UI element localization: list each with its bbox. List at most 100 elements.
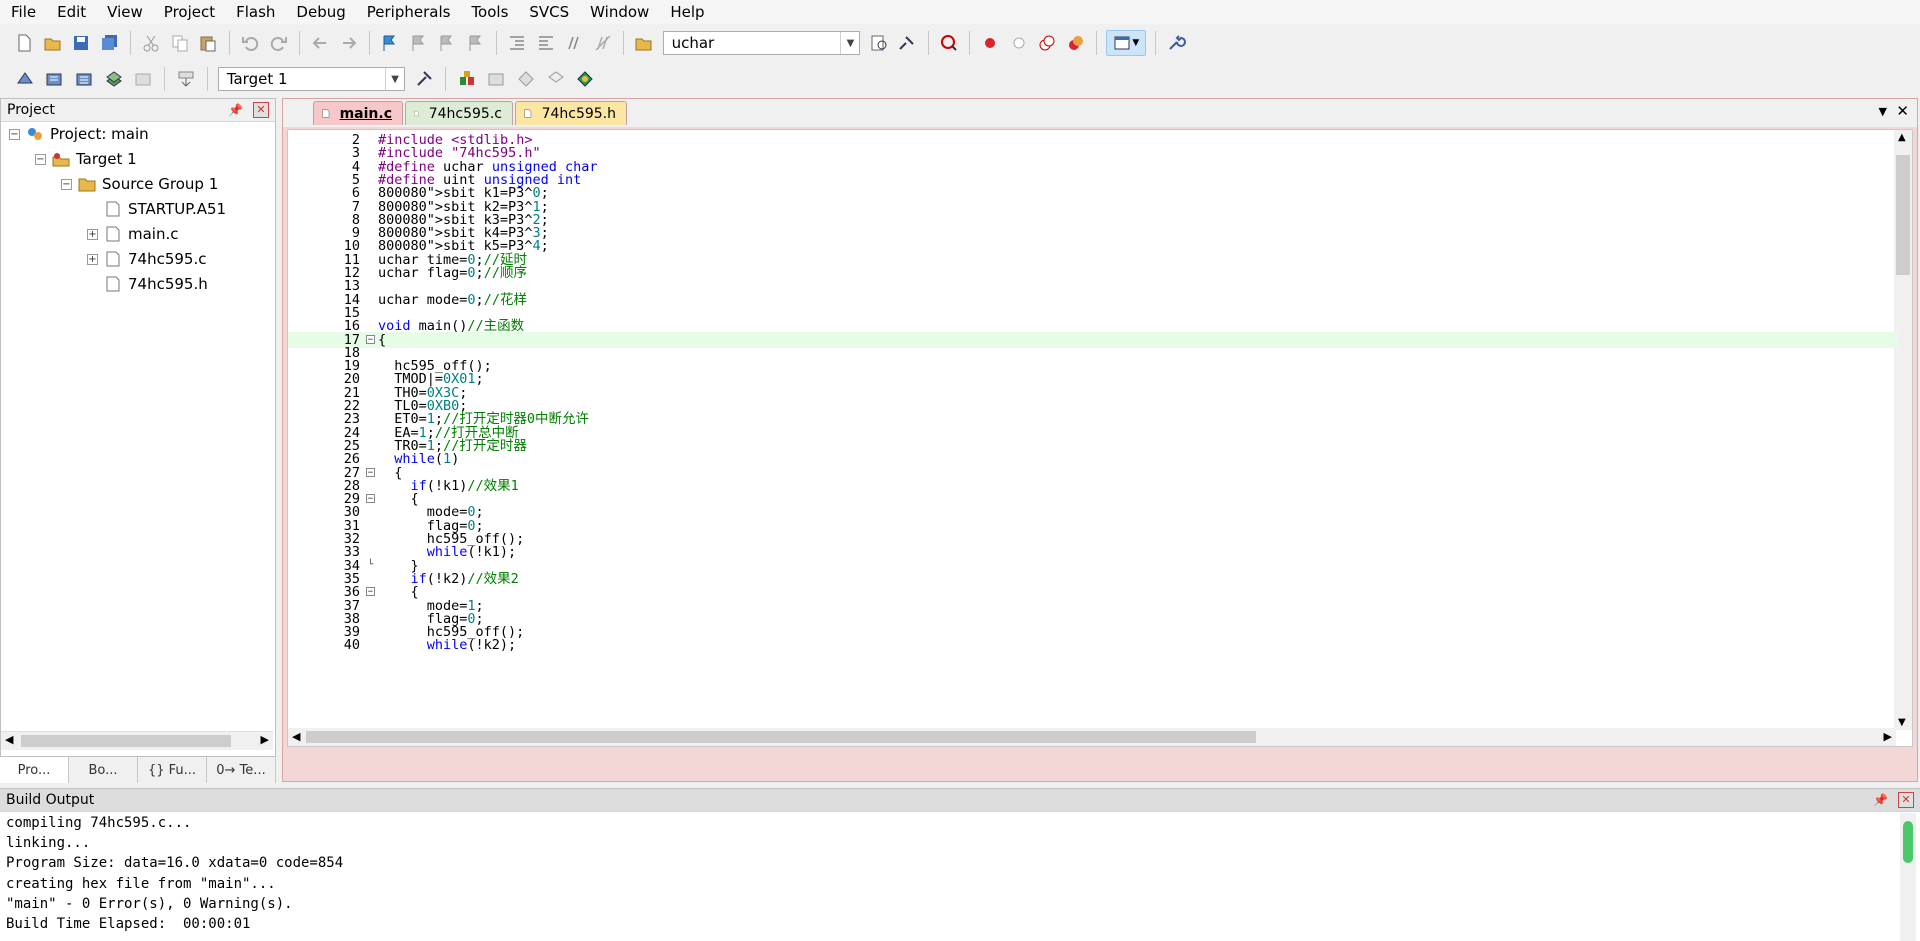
collapse-icon[interactable]: − [35,153,46,165]
target-options-icon[interactable] [412,67,436,91]
tab-books[interactable]: Bo... [69,757,138,783]
tree-item-main-c[interactable]: + main.c [87,223,179,245]
fold-end-icon[interactable]: └ [366,560,375,570]
scroll-left-icon[interactable]: ◀ [292,730,300,743]
unindent-icon[interactable] [534,31,557,55]
redo-icon[interactable] [267,31,290,55]
menu-flash[interactable]: Flash [225,0,285,24]
collapse-icon[interactable]: − [61,178,72,190]
save-icon[interactable] [70,31,93,55]
close-icon[interactable]: ✕ [253,102,269,118]
batch-build-icon[interactable] [102,67,126,91]
tab-templates[interactable]: 0→ Te... [207,757,276,783]
manage-rte-icon[interactable] [514,67,538,91]
code-line[interactable]: 40 while(!k2); [288,637,1898,653]
incremental-find-icon[interactable] [896,31,919,55]
scroll-thumb[interactable] [306,731,1256,743]
project-horizontal-scrollbar[interactable]: ◀ ▶ [1,731,273,750]
scroll-down-icon[interactable]: ▼ [1898,717,1906,728]
tab-project[interactable]: Pro... [0,757,69,783]
debug-session-icon[interactable] [937,31,960,55]
scroll-thumb[interactable] [1896,155,1910,275]
insert-breakpoint-icon[interactable] [979,31,1002,55]
expand-icon[interactable]: + [87,228,98,240]
download-icon[interactable] [174,67,198,91]
fold-collapse-icon[interactable]: − [366,467,375,477]
select-packs-icon[interactable] [484,67,508,91]
fold-collapse-icon[interactable]: − [366,334,375,344]
navigate-back-icon[interactable] [309,31,332,55]
target-combo[interactable]: Target 1 ▼ [217,67,406,91]
find-in-files-icon[interactable] [633,31,656,55]
chevron-down-icon[interactable]: ▼ [385,68,404,90]
fold-collapse-icon[interactable]: − [366,494,375,504]
tree-item-startup[interactable]: STARTUP.A51 [104,198,226,220]
find-icon[interactable] [867,31,890,55]
new-file-icon[interactable] [13,31,36,55]
find-combo[interactable]: uchar ▼ [662,31,861,55]
enable-breakpoint-icon[interactable] [1007,31,1030,55]
build-icon[interactable] [43,67,67,91]
rebuild-icon[interactable] [72,67,96,91]
menu-window[interactable]: Window [579,0,659,24]
close-icon[interactable]: ✕ [1898,792,1914,808]
menu-debug[interactable]: Debug [285,0,355,24]
tab-main-c[interactable]: main.c [313,101,403,125]
tree-item-source-group[interactable]: − Source Group 1 [61,173,218,195]
paste-icon[interactable] [197,31,220,55]
kill-all-breakpoints-icon[interactable] [1065,31,1088,55]
chevron-down-icon[interactable]: ▼ [840,32,859,54]
navigate-forward-icon[interactable] [337,31,360,55]
cut-icon[interactable] [140,31,163,55]
open-file-icon[interactable] [42,31,65,55]
scroll-right-icon[interactable]: ▶ [1884,730,1892,743]
collapse-icon[interactable]: − [9,128,20,140]
menu-tools[interactable]: Tools [460,0,518,24]
disable-all-breakpoints-icon[interactable] [1036,31,1059,55]
previous-bookmark-icon[interactable] [407,31,430,55]
expand-icon[interactable]: + [87,253,98,265]
translate-icon[interactable] [13,67,37,91]
scroll-thumb[interactable] [1903,821,1913,863]
scroll-up-icon[interactable]: ▲ [1898,132,1906,143]
undo-icon[interactable] [239,31,262,55]
tree-item-74hc595-h[interactable]: 74hc595.h [104,273,208,295]
pin-icon[interactable]: 📌 [1873,793,1888,807]
configure-icon[interactable] [1165,31,1188,55]
pack-icon[interactable] [573,67,597,91]
pack-installer-icon[interactable] [544,67,568,91]
tab-functions[interactable]: {} Fu... [138,757,207,783]
menu-peripherals[interactable]: Peripherals [356,0,461,24]
copy-icon[interactable] [169,31,192,55]
comment-icon[interactable] [563,31,586,55]
editor-horizontal-scrollbar[interactable]: ◀ ▶ [288,728,1896,746]
scroll-right-icon[interactable]: ▶ [261,733,269,746]
menu-view[interactable]: View [96,0,153,24]
code-editor[interactable]: ▲ ▼ ◀ ▶ 2 #include <stdlib.h> 3 #include "7… [287,129,1913,747]
menu-project[interactable]: Project [153,0,225,24]
scroll-thumb[interactable] [21,735,231,747]
menu-help[interactable]: Help [659,0,714,24]
tree-item-74hc595-c[interactable]: + 74hc595.c [87,248,207,270]
tree-item-project[interactable]: − Project: main [9,123,149,145]
tab-74hc595-h[interactable]: 74hc595.h [515,101,627,125]
tab-74hc595-c[interactable]: 74hc595.c [405,101,513,125]
next-bookmark-icon[interactable] [436,31,459,55]
menu-edit[interactable]: Edit [46,0,96,24]
tab-list-icon[interactable]: ▼ [1879,105,1887,118]
fold-collapse-icon[interactable]: − [366,587,375,597]
menu-svcs[interactable]: SVCS [518,0,579,24]
uncomment-icon[interactable] [592,31,615,55]
scroll-left-icon[interactable]: ◀ [5,733,13,746]
tree-item-target[interactable]: − Target 1 [35,148,137,170]
indent-icon[interactable] [506,31,529,55]
save-all-icon[interactable] [99,31,122,55]
build-vertical-scrollbar[interactable] [1900,813,1916,941]
menu-file[interactable]: File [0,0,46,24]
insert-bookmark-icon[interactable] [379,31,402,55]
close-icon[interactable]: ✕ [1896,102,1909,120]
clear-bookmarks-icon[interactable] [464,31,487,55]
stop-build-icon[interactable] [132,67,156,91]
manage-project-items-icon[interactable] [455,67,479,91]
window-layout-icon[interactable]: ▼ [1106,30,1146,56]
